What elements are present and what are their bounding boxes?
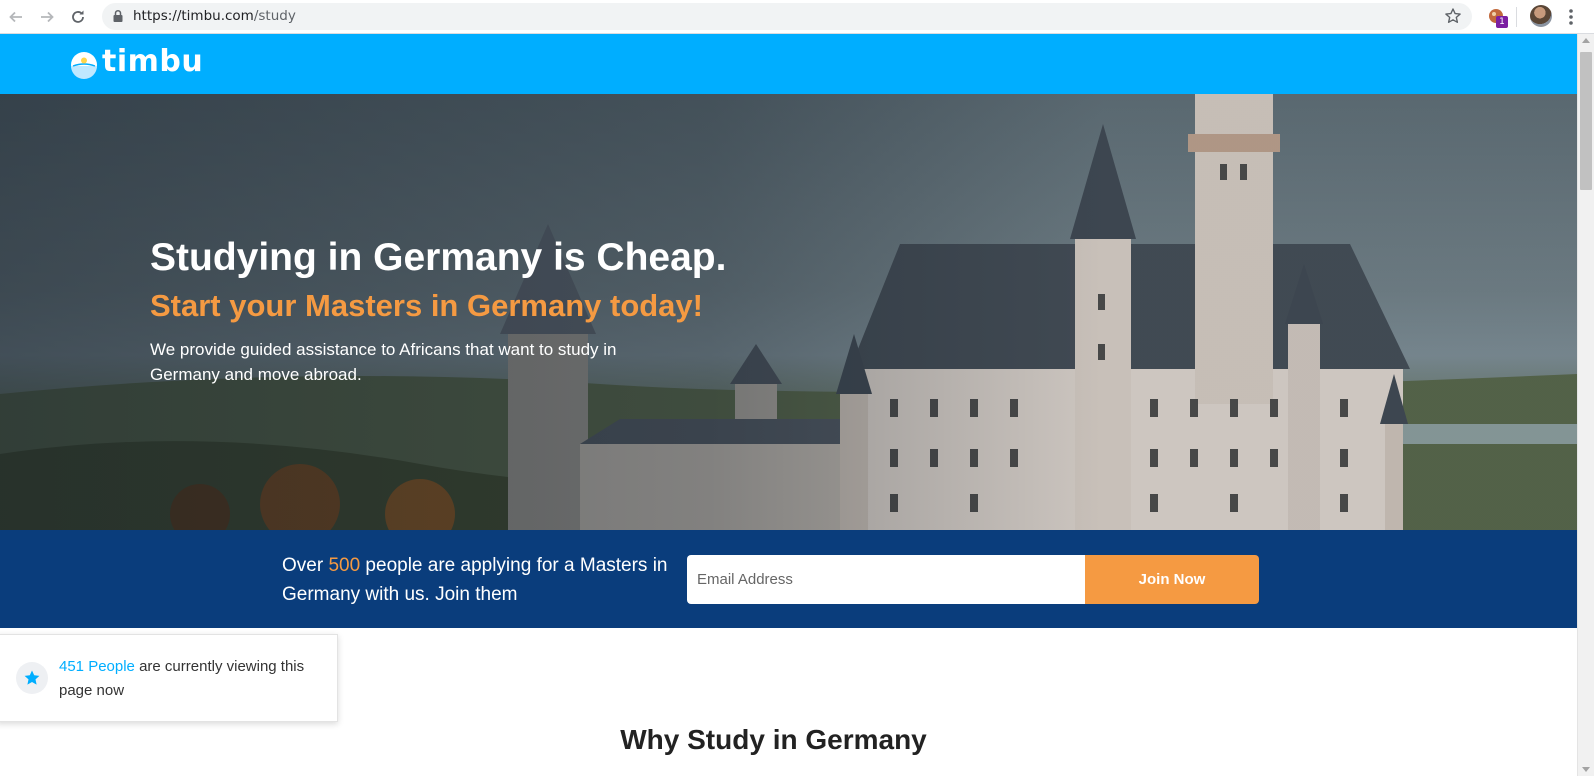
hero-description: We provide guided assistance to Africans… — [150, 340, 617, 384]
email-input[interactable] — [687, 555, 1085, 604]
scroll-down-arrow-icon[interactable] — [1582, 767, 1590, 772]
viewer-count: 451 People — [59, 658, 135, 675]
url-path: /study — [253, 8, 296, 24]
url-text[interactable]: https://timbu.com/study — [133, 8, 296, 24]
back-arrow-icon[interactable] — [5, 6, 27, 28]
url-host: https://timbu.com — [133, 8, 254, 24]
bookmark-star-icon[interactable] — [1444, 7, 1462, 25]
address-bar[interactable]: https://timbu.com/study — [102, 3, 1472, 30]
hero-title: Studying in Germany is Cheap. — [150, 236, 727, 279]
viewers-text: 451 People are currently viewing this pa… — [59, 655, 329, 703]
profile-avatar[interactable] — [1530, 5, 1552, 27]
why-study-heading: Why Study in Germany — [620, 724, 927, 755]
page-scrollbar[interactable] — [1577, 34, 1594, 776]
logo-icon[interactable] — [70, 51, 98, 79]
logo-text[interactable]: timbu — [102, 44, 203, 79]
reload-icon[interactable] — [67, 6, 89, 28]
site-header: timbu — [0, 34, 1577, 94]
extension-badge: 1 — [1496, 16, 1508, 28]
menu-dots-icon[interactable] — [1566, 7, 1576, 27]
signup-band: Over 500 people are applying for a Maste… — [0, 530, 1577, 628]
signup-text-before: Over — [282, 555, 329, 576]
signup-message: Over 500 people are applying for a Maste… — [282, 551, 682, 609]
scroll-up-arrow-icon[interactable] — [1582, 38, 1590, 43]
hero-subtitle: Start your Masters in Germany today! — [150, 288, 703, 323]
star-icon — [16, 662, 48, 694]
applicant-count: 500 — [328, 555, 361, 576]
hero-banner: Studying in Germany is Cheap. Start your… — [0, 94, 1577, 530]
browser-toolbar: https://timbu.com/study 1 — [0, 0, 1594, 34]
lock-icon — [113, 9, 123, 22]
scroll-thumb[interactable] — [1580, 52, 1592, 190]
join-now-button[interactable]: Join Now — [1085, 555, 1259, 604]
forward-arrow-icon[interactable] — [36, 6, 58, 28]
viewers-notification: 451 People are currently viewing this pa… — [0, 634, 338, 722]
toolbar-divider — [1516, 7, 1517, 27]
